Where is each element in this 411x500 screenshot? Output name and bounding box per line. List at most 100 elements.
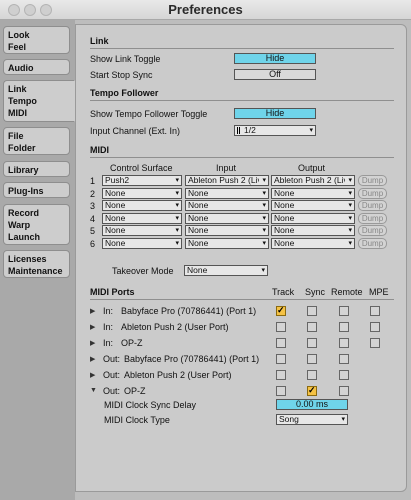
- expand-triangle-icon[interactable]: ▶: [90, 323, 95, 331]
- midi-input-dropdown[interactable]: None ▾: [185, 212, 269, 224]
- control-surface-dropdown[interactable]: None ▾: [102, 200, 182, 211]
- midi-clock-sync-delay-field[interactable]: 0.00 ms: [276, 399, 348, 410]
- mpe-checkbox[interactable]: [370, 322, 380, 332]
- midi-output-dropdown[interactable]: None ▾: [271, 200, 355, 211]
- remote-checkbox[interactable]: [339, 386, 349, 396]
- control-surface-dropdown[interactable]: None ▾: [102, 212, 182, 224]
- track-checkbox[interactable]: [276, 370, 286, 380]
- midi-input-dropdown[interactable]: None ▾: [185, 200, 269, 211]
- output-column-header: Output: [298, 163, 326, 173]
- dump-button[interactable]: Dump: [358, 225, 387, 236]
- start-stop-sync-button[interactable]: Off: [234, 69, 316, 80]
- sidebar-item-look-feel[interactable]: Look Feel: [3, 26, 70, 54]
- sidebar-item-licenses-maintenance[interactable]: Licenses Maintenance: [3, 250, 70, 278]
- midi-output-value: None: [274, 201, 295, 210]
- remote-column-header: Remote: [331, 287, 363, 297]
- midi-divider: [90, 157, 394, 158]
- midi-output-dropdown[interactable]: None ▾: [271, 225, 355, 236]
- show-link-toggle-button[interactable]: Hide: [234, 53, 316, 64]
- expand-triangle-icon[interactable]: ▶: [90, 371, 95, 379]
- start-stop-sync-label: Start Stop Sync: [90, 70, 153, 80]
- input-channel-dropdown[interactable]: 1/2 ▾: [234, 125, 316, 136]
- sync-checkbox[interactable]: [307, 338, 317, 348]
- control-surface-dropdown[interactable]: None ▾: [102, 225, 182, 236]
- midi-output-dropdown[interactable]: None ▾: [271, 212, 355, 224]
- show-tempo-follower-toggle-label: Show Tempo Follower Toggle: [90, 109, 208, 119]
- track-checkbox[interactable]: [276, 305, 286, 316]
- control-surface-dropdown[interactable]: None ▾: [102, 237, 182, 249]
- title-bar: Preferences: [0, 0, 411, 20]
- chevron-down-icon: ▾: [262, 214, 266, 222]
- dump-button[interactable]: Dump: [358, 237, 387, 249]
- control-surface-value: None: [105, 213, 126, 223]
- mpe-checkbox[interactable]: [370, 306, 380, 316]
- show-link-toggle-label: Show Link Toggle: [90, 54, 161, 64]
- row-number: 3: [90, 201, 96, 211]
- expand-triangle-icon[interactable]: ▶: [90, 307, 95, 315]
- dump-button[interactable]: Dump: [358, 175, 387, 186]
- show-tempo-follower-toggle-button[interactable]: Hide: [234, 108, 316, 119]
- chevron-down-icon: ▾: [262, 189, 266, 197]
- midi-output-dropdown[interactable]: Ableton Push 2 (Live ▾: [271, 175, 355, 186]
- midi-output-value: None: [274, 226, 295, 235]
- track-checkbox[interactable]: [276, 354, 286, 364]
- sidebar-item-file-folder[interactable]: File Folder: [3, 127, 70, 155]
- tempo-follower-section-title: Tempo Follower: [90, 88, 159, 98]
- midi-output-value: None: [274, 188, 295, 198]
- sync-checkbox[interactable]: [307, 306, 317, 316]
- midi-input-dropdown[interactable]: None ▾: [185, 225, 269, 236]
- midi-output-value: None: [274, 213, 295, 223]
- sidebar-item-audio[interactable]: Audio: [3, 59, 70, 75]
- chevron-down-icon: ▾: [261, 267, 265, 274]
- midi-input-value: Ableton Push 2 (Live: [188, 176, 259, 185]
- sync-checkbox[interactable]: [307, 385, 317, 396]
- remote-checkbox[interactable]: [339, 306, 349, 316]
- midi-output-dropdown[interactable]: None ▾: [271, 187, 355, 199]
- chevron-down-icon: ▾: [175, 239, 179, 247]
- sidebar-item-library[interactable]: Library: [3, 161, 70, 177]
- chevron-down-icon: ▾: [262, 177, 266, 184]
- midi-input-value: None: [188, 201, 209, 210]
- remote-checkbox[interactable]: [339, 322, 349, 332]
- remote-checkbox[interactable]: [339, 370, 349, 380]
- control-surface-dropdown[interactable]: Push2 ▾: [102, 175, 182, 186]
- row-number: 6: [90, 238, 96, 249]
- sync-checkbox[interactable]: [307, 322, 317, 332]
- chevron-down-icon: ▾: [348, 227, 352, 234]
- midi-clock-type-dropdown[interactable]: Song ▾: [276, 414, 348, 425]
- sidebar-item-plug-ins[interactable]: Plug-Ins: [3, 182, 70, 198]
- chevron-down-icon: ▾: [175, 202, 179, 209]
- sync-checkbox[interactable]: [307, 354, 317, 364]
- remote-checkbox[interactable]: [339, 354, 349, 364]
- row-number: 1: [90, 176, 96, 186]
- dump-button[interactable]: Dump: [358, 200, 387, 211]
- midi-input-value: None: [188, 226, 209, 235]
- port-direction: Out:: [103, 370, 121, 380]
- takeover-mode-value: None: [187, 266, 208, 275]
- track-checkbox[interactable]: [276, 386, 286, 396]
- control-surface-dropdown[interactable]: None ▾: [102, 187, 182, 199]
- midi-input-dropdown[interactable]: None ▾: [185, 237, 269, 249]
- midi-input-dropdown[interactable]: Ableton Push 2 (Live ▾: [185, 175, 269, 186]
- midi-output-value: Ableton Push 2 (Live: [274, 176, 345, 185]
- remote-checkbox[interactable]: [339, 338, 349, 348]
- sidebar-item-link-tempo-midi[interactable]: Link Tempo MIDI: [3, 80, 75, 122]
- expand-triangle-icon[interactable]: ▶: [90, 339, 95, 347]
- preferences-panel: Link Show Link Toggle Hide Start Stop Sy…: [75, 24, 407, 492]
- expand-triangle-icon[interactable]: ▶: [90, 355, 95, 363]
- dump-button[interactable]: Dump: [358, 212, 387, 224]
- port-name: OP-Z: [121, 338, 143, 348]
- mpe-checkbox[interactable]: [370, 338, 380, 348]
- sidebar-item-record-warp-launch[interactable]: Record Warp Launch: [3, 204, 70, 245]
- midi-ports-divider: [90, 299, 394, 300]
- dump-button[interactable]: Dump: [358, 187, 387, 199]
- track-checkbox[interactable]: [276, 338, 286, 348]
- midi-output-dropdown[interactable]: None ▾: [271, 237, 355, 249]
- row-number: 2: [90, 188, 96, 199]
- sync-checkbox[interactable]: [307, 370, 317, 380]
- port-name: Babyface Pro (70786441) (Port 1): [121, 306, 257, 316]
- takeover-mode-dropdown[interactable]: None ▾: [184, 265, 268, 276]
- collapse-triangle-icon[interactable]: ▼: [90, 387, 97, 394]
- midi-input-dropdown[interactable]: None ▾: [185, 187, 269, 199]
- track-checkbox[interactable]: [276, 322, 286, 332]
